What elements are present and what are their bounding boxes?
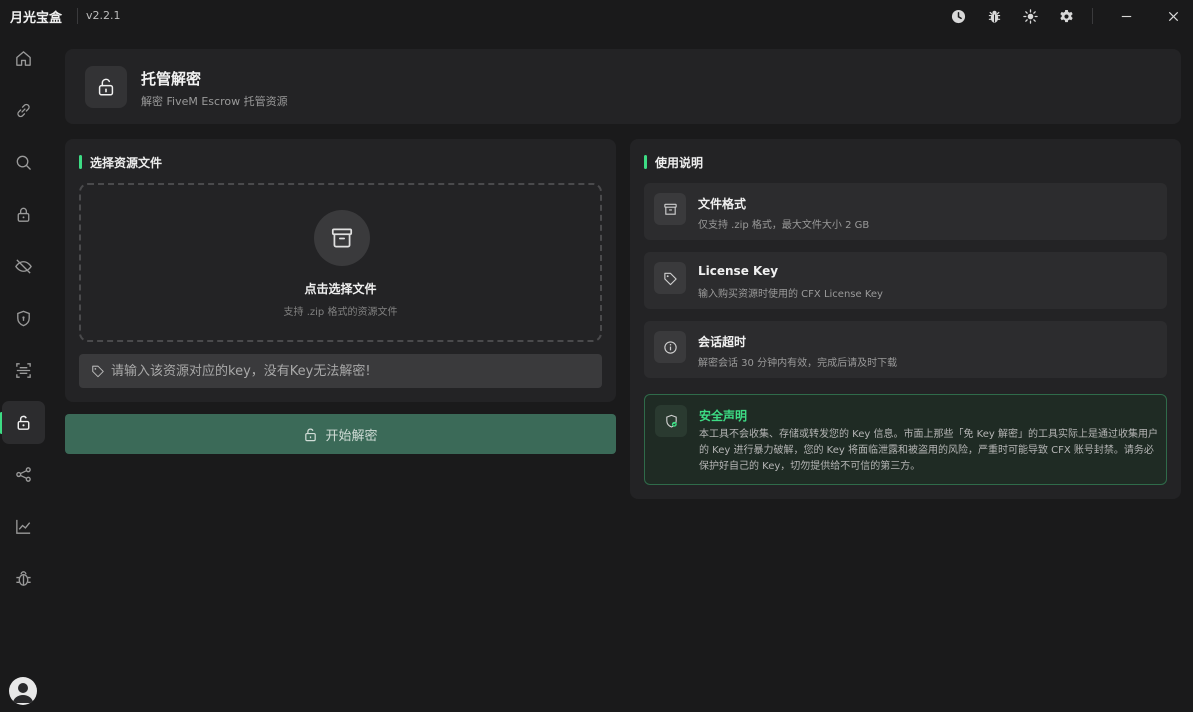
app-name: 月光宝盒 [10, 11, 63, 26]
start-decrypt-label: 开始解密 [325, 427, 378, 443]
page-header: 托管解密 解密 FiveM Escrow 托管资源 [65, 49, 1181, 124]
info-card-title: 会话超时 [698, 335, 747, 349]
sun-icon[interactable] [1021, 7, 1039, 25]
sidebar-item-share[interactable] [2, 453, 45, 496]
home-icon [16, 51, 31, 66]
sidebar-item-scan[interactable] [2, 349, 45, 392]
dropzone-title: 点击选择文件 [304, 282, 377, 296]
avatar[interactable] [9, 677, 37, 705]
info-card-session-timeout: 会话超时 解密会话 30 分钟内有效，完成后请及时下载 [644, 321, 1167, 378]
user-icon [13, 683, 33, 703]
instructions-panel: 使用说明 文件格式 仅支持 .zip 格式，最大文件大小 2 GB Licens… [630, 139, 1181, 499]
start-decrypt-button[interactable]: 开始解密 [65, 414, 616, 454]
archive-icon [314, 210, 370, 266]
section-title-instructions: 使用说明 [655, 156, 704, 170]
title-divider [77, 8, 78, 24]
search-icon [16, 155, 31, 170]
section-accent [79, 155, 82, 169]
eye-off-icon [15, 259, 32, 274]
file-select-panel: 选择资源文件 点击选择文件 支持 .zip 格式的资源文件 [65, 139, 616, 402]
sidebar-item-stats[interactable] [2, 505, 45, 548]
close-icon[interactable] [1164, 7, 1182, 25]
section-accent [644, 155, 647, 169]
security-text: 本工具不会收集、存储或转发您的 Key 信息。市面上那些「免 Key 解密」的工… [699, 429, 1158, 472]
sidebar-item-debug[interactable] [2, 557, 45, 600]
archive-icon [654, 193, 686, 225]
page-title: 托管解密 [141, 70, 202, 88]
sidebar [0, 32, 48, 712]
lock-icon [17, 207, 30, 222]
clock-icon[interactable] [949, 7, 967, 25]
title-bar: 月光宝盒 v2.2.1 [0, 0, 1193, 32]
unlock-icon [85, 66, 127, 108]
minimize-icon[interactable] [1117, 7, 1135, 25]
app-version: v2.2.1 [86, 9, 121, 22]
info-card-desc: 仅支持 .zip 格式，最大文件大小 2 GB [698, 220, 870, 231]
info-card-desc: 解密会话 30 分钟内有效，完成后请及时下载 [698, 358, 898, 369]
sidebar-item-shield[interactable] [2, 297, 45, 340]
unlock-icon [17, 415, 30, 430]
unlock-icon [305, 428, 317, 441]
sidebar-item-lock[interactable] [2, 193, 45, 236]
tag-icon [654, 262, 686, 294]
info-card-file-format: 文件格式 仅支持 .zip 格式，最大文件大小 2 GB [644, 183, 1167, 240]
link-icon [17, 103, 30, 118]
info-card-license-key: License Key 输入购买资源时使用的 CFX License Key [644, 252, 1167, 309]
shield-check-icon [655, 405, 687, 437]
dropzone-subtitle: 支持 .zip 格式的资源文件 [283, 307, 398, 318]
sidebar-item-escrow-decrypt[interactable] [2, 401, 45, 444]
security-title: 安全声明 [699, 409, 748, 423]
shield-icon [17, 310, 30, 327]
file-dropzone[interactable]: 点击选择文件 支持 .zip 格式的资源文件 [79, 183, 602, 342]
share-icon [16, 467, 31, 482]
section-title-file: 选择资源文件 [90, 156, 163, 170]
bug-icon[interactable] [985, 7, 1003, 25]
info-card-title: License Key [698, 264, 779, 278]
window-controls-divider [1092, 8, 1093, 24]
gear-icon[interactable] [1057, 7, 1075, 25]
chart-icon [16, 519, 31, 534]
info-card-title: 文件格式 [698, 197, 747, 211]
tag-icon [92, 365, 104, 378]
license-key-field[interactable] [79, 354, 602, 388]
bug-icon [16, 571, 31, 586]
sidebar-item-home[interactable] [2, 37, 45, 80]
sidebar-item-hidden[interactable] [2, 245, 45, 288]
security-notice: 安全声明 本工具不会收集、存储或转发您的 Key 信息。市面上那些「免 Key … [644, 394, 1167, 485]
info-card-desc: 输入购买资源时使用的 CFX License Key [698, 289, 883, 300]
scan-icon [16, 363, 31, 378]
page-subtitle: 解密 FiveM Escrow 托管资源 [141, 95, 288, 108]
info-icon [654, 331, 686, 363]
sidebar-item-link[interactable] [2, 89, 45, 132]
sidebar-item-search[interactable] [2, 141, 45, 184]
license-key-input[interactable] [105, 354, 602, 388]
